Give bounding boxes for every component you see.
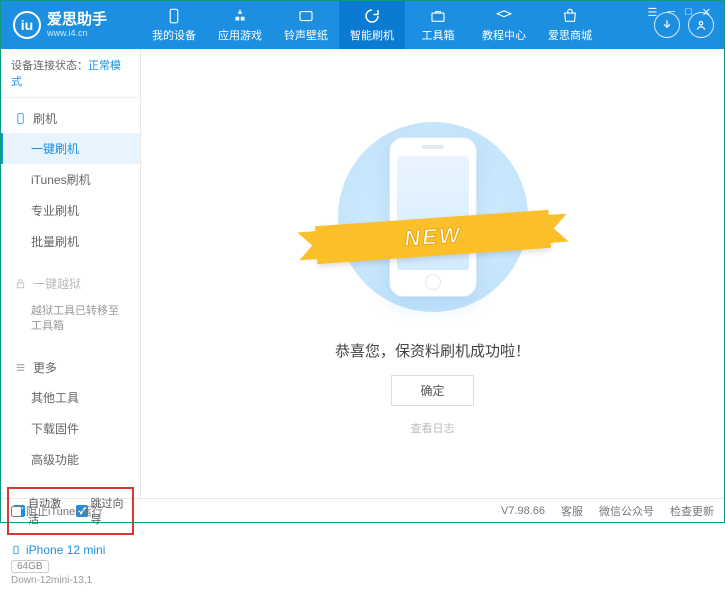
status-label: 设备连接状态：	[11, 60, 88, 72]
jailbreak-note: 越狱工具已转移至 工具箱	[1, 298, 140, 341]
ok-button[interactable]: 确定	[391, 375, 473, 406]
nav-label: 应用游戏	[218, 27, 262, 43]
nav-ringtone[interactable]: 铃声壁纸	[273, 1, 339, 49]
nav-store[interactable]: 爱思商城	[537, 1, 603, 49]
maximize-icon[interactable]: □	[685, 6, 692, 18]
nav-label: 爱思商城	[548, 27, 592, 43]
app-logo: iu 爱思助手 www.i4.cn	[1, 11, 141, 39]
sidebar: 设备连接状态：正常模式 刷机 一键刷机 iTunes刷机 专业刷机 批量刷机 一…	[1, 49, 141, 498]
device-info[interactable]: iPhone 12 mini 64GB Down-12mini-13,1	[1, 537, 140, 592]
nav-tutorial[interactable]: 教程中心	[471, 1, 537, 49]
ribbon-text: NEW	[403, 222, 462, 252]
nav-label: 工具箱	[422, 27, 455, 43]
view-log-link[interactable]: 查看日志	[411, 420, 455, 436]
graduation-icon	[495, 7, 513, 25]
block-itunes-checkbox[interactable]: 阻止iTunes运行	[11, 503, 103, 519]
checkbox-label: 阻止iTunes运行	[26, 506, 103, 518]
store-icon	[561, 7, 579, 25]
sidebar-item-download[interactable]: 下载固件	[1, 413, 140, 444]
service-link[interactable]: 客服	[561, 503, 583, 519]
menu-icon[interactable]: ☰	[647, 6, 657, 19]
nav-toolbox[interactable]: 工具箱	[405, 1, 471, 49]
nav-label: 智能刷机	[350, 27, 394, 43]
nav-label: 我的设备	[152, 27, 196, 43]
sidebar-item-itunes[interactable]: iTunes刷机	[1, 164, 140, 195]
app-name: 爱思助手	[47, 12, 107, 29]
list-icon	[13, 360, 27, 374]
main-nav: 我的设备 应用游戏 铃声壁纸 智能刷机 工具箱 教程中心 爱思商城	[141, 1, 654, 49]
phone-icon	[11, 543, 21, 557]
refresh-icon	[363, 7, 381, 25]
main-content: NEW 恭喜您，保资料刷机成功啦！ 确定 查看日志	[141, 49, 724, 498]
version-label: V7.98.66	[501, 505, 545, 517]
titlebar: iu 爱思助手 www.i4.cn 我的设备 应用游戏 铃声壁纸 智能刷机 工具…	[1, 1, 724, 49]
nav-my-device[interactable]: 我的设备	[141, 1, 207, 49]
section-flash[interactable]: 刷机	[1, 104, 140, 133]
lock-icon	[13, 277, 27, 291]
section-more[interactable]: 更多	[1, 353, 140, 382]
nav-flash[interactable]: 智能刷机	[339, 1, 405, 49]
sidebar-item-oneclick[interactable]: 一键刷机	[1, 133, 140, 164]
success-illustration: NEW	[338, 122, 528, 312]
sidebar-item-advanced[interactable]: 高级功能	[1, 444, 140, 475]
section-jailbreak: 一键越狱	[1, 269, 140, 298]
device-name: iPhone 12 mini	[11, 543, 130, 557]
wechat-link[interactable]: 微信公众号	[599, 503, 654, 519]
toolbox-icon	[429, 7, 447, 25]
app-url: www.i4.cn	[47, 28, 107, 38]
close-icon[interactable]: ✕	[702, 6, 711, 19]
phone-icon	[13, 112, 27, 126]
sidebar-item-batch[interactable]: 批量刷机	[1, 226, 140, 257]
sidebar-item-other[interactable]: 其他工具	[1, 382, 140, 413]
logo-icon: iu	[13, 11, 41, 39]
nav-label: 铃声壁纸	[284, 27, 328, 43]
phone-icon	[165, 7, 183, 25]
nav-apps[interactable]: 应用游戏	[207, 1, 273, 49]
sidebar-item-pro[interactable]: 专业刷机	[1, 195, 140, 226]
update-link[interactable]: 检查更新	[670, 503, 714, 519]
section-label: 刷机	[33, 110, 57, 127]
success-message: 恭喜您，保资料刷机成功啦！	[335, 340, 530, 361]
section-label: 更多	[33, 359, 57, 376]
apps-icon	[231, 7, 249, 25]
storage-badge: 64GB	[11, 560, 49, 573]
device-firmware: Down-12mini-13,1	[11, 575, 130, 586]
section-label: 一键越狱	[33, 275, 81, 292]
minimize-icon[interactable]: ─	[667, 6, 675, 18]
nav-label: 教程中心	[482, 27, 526, 43]
window-controls: ☰ ─ □ ✕	[647, 2, 719, 19]
wallet-icon	[297, 7, 315, 25]
connection-status: 设备连接状态：正常模式	[1, 49, 140, 98]
